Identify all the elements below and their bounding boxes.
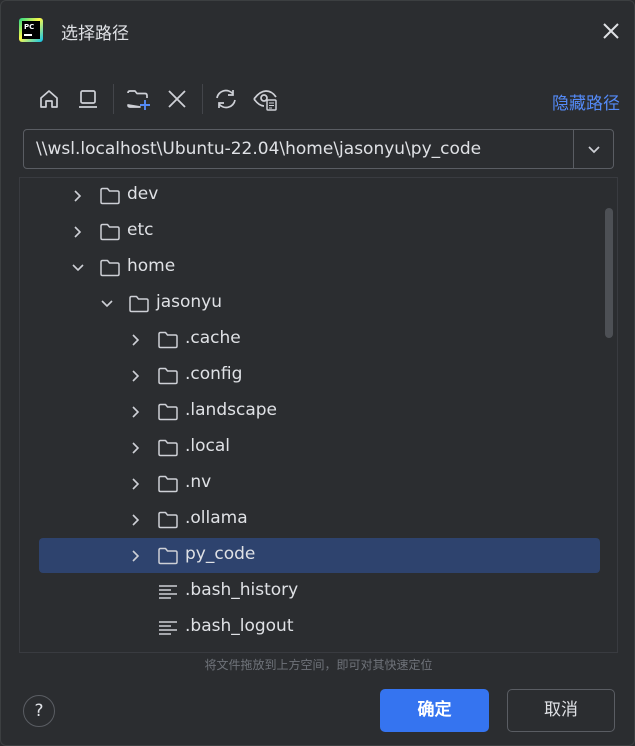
chevron-right-icon[interactable] xyxy=(128,404,144,420)
tree-row[interactable]: etc xyxy=(20,214,617,250)
folder-icon xyxy=(158,475,178,493)
choose-path-dialog: PC 选择路径 隐藏路径 \\wsl.localhost\Ubuntu-22.0… xyxy=(0,0,635,746)
drag-drop-hint: 将文件拖放到上方空间，即可对其快速定位 xyxy=(204,658,433,672)
tree-row[interactable]: .bash_logout xyxy=(20,610,617,646)
folder-icon xyxy=(158,403,178,421)
chevron-right-icon[interactable] xyxy=(70,224,86,240)
folder-icon xyxy=(100,223,120,241)
chevron-right-icon[interactable] xyxy=(128,476,144,492)
hide-path-link[interactable]: 隐藏路径 xyxy=(552,89,620,114)
tree-row[interactable]: .local xyxy=(20,430,617,466)
chevron-down-icon[interactable] xyxy=(574,130,614,168)
pycharm-logo-icon: PC xyxy=(19,18,43,42)
folder-icon xyxy=(100,259,120,277)
chevron-right-icon[interactable] xyxy=(128,548,144,564)
help-button[interactable]: ? xyxy=(23,695,55,727)
text-file-icon xyxy=(159,585,177,599)
tree-item-label: .bash_history xyxy=(185,580,299,600)
folder-icon xyxy=(158,439,178,457)
tree-row[interactable]: .cache xyxy=(20,322,617,358)
chevron-right-icon[interactable] xyxy=(128,332,144,348)
tree-row[interactable]: .bash_history xyxy=(20,574,617,610)
title-bar: PC 选择路径 xyxy=(1,1,635,61)
selection-highlight xyxy=(39,538,600,573)
show-hidden-files-icon[interactable] xyxy=(251,85,279,113)
new-folder-icon[interactable] xyxy=(124,85,152,113)
cancel-button[interactable]: 取消 xyxy=(507,689,615,732)
tree-item-label: .ollama xyxy=(185,508,248,528)
home-icon[interactable] xyxy=(35,85,63,113)
tree-item-label: .bash_logout xyxy=(185,616,294,636)
toolbar-separator xyxy=(113,84,114,114)
text-file-icon xyxy=(159,621,177,635)
tree-item-label: dev xyxy=(127,184,159,204)
tree-row[interactable]: .nv xyxy=(20,466,617,502)
tree-item-label: .landscape xyxy=(185,400,277,420)
chevron-down-icon[interactable] xyxy=(70,260,86,276)
folder-icon xyxy=(158,367,178,385)
chevron-right-icon[interactable] xyxy=(128,368,144,384)
tree-row[interactable]: dev xyxy=(20,178,617,214)
folder-icon xyxy=(129,295,149,313)
path-input[interactable] xyxy=(24,130,572,168)
tree-row-selected[interactable]: py_code xyxy=(20,538,617,574)
folder-icon xyxy=(100,187,120,205)
tree-item-label: etc xyxy=(127,220,154,240)
tree-item-label: .nv xyxy=(185,472,212,492)
chevron-right-icon[interactable] xyxy=(70,188,86,204)
file-tree[interactable]: dev etc home jasonyu .cache .config .landscape… xyxy=(19,177,618,653)
chevron-down-icon[interactable] xyxy=(99,296,115,312)
path-combobox xyxy=(23,129,614,169)
chevron-right-icon[interactable] xyxy=(128,512,144,528)
folder-icon xyxy=(158,547,178,565)
tree-row[interactable]: .landscape xyxy=(20,394,617,430)
refresh-icon[interactable] xyxy=(212,85,240,113)
tree-item-label: jasonyu xyxy=(156,292,223,312)
desktop-icon[interactable] xyxy=(74,85,102,113)
tree-row[interactable]: home xyxy=(20,250,617,286)
tree-row[interactable]: .ollama xyxy=(20,502,617,538)
tree-item-label: .cache xyxy=(185,328,241,348)
tree-item-label: .local xyxy=(185,436,231,456)
tree-item-label: py_code xyxy=(185,544,256,564)
tree-item-label: .config xyxy=(185,364,243,384)
close-icon[interactable] xyxy=(599,19,623,43)
delete-icon[interactable] xyxy=(163,85,191,113)
ok-button[interactable]: 确定 xyxy=(380,689,489,732)
toolbar: 隐藏路径 xyxy=(1,81,635,117)
toolbar-separator xyxy=(202,84,203,114)
tree-row[interactable]: jasonyu xyxy=(20,286,617,322)
tree-row[interactable]: .config xyxy=(20,358,617,394)
folder-icon xyxy=(158,511,178,529)
folder-icon xyxy=(158,331,178,349)
tree-item-label: home xyxy=(127,256,176,276)
chevron-right-icon[interactable] xyxy=(128,440,144,456)
dialog-title: 选择路径 xyxy=(61,24,129,44)
